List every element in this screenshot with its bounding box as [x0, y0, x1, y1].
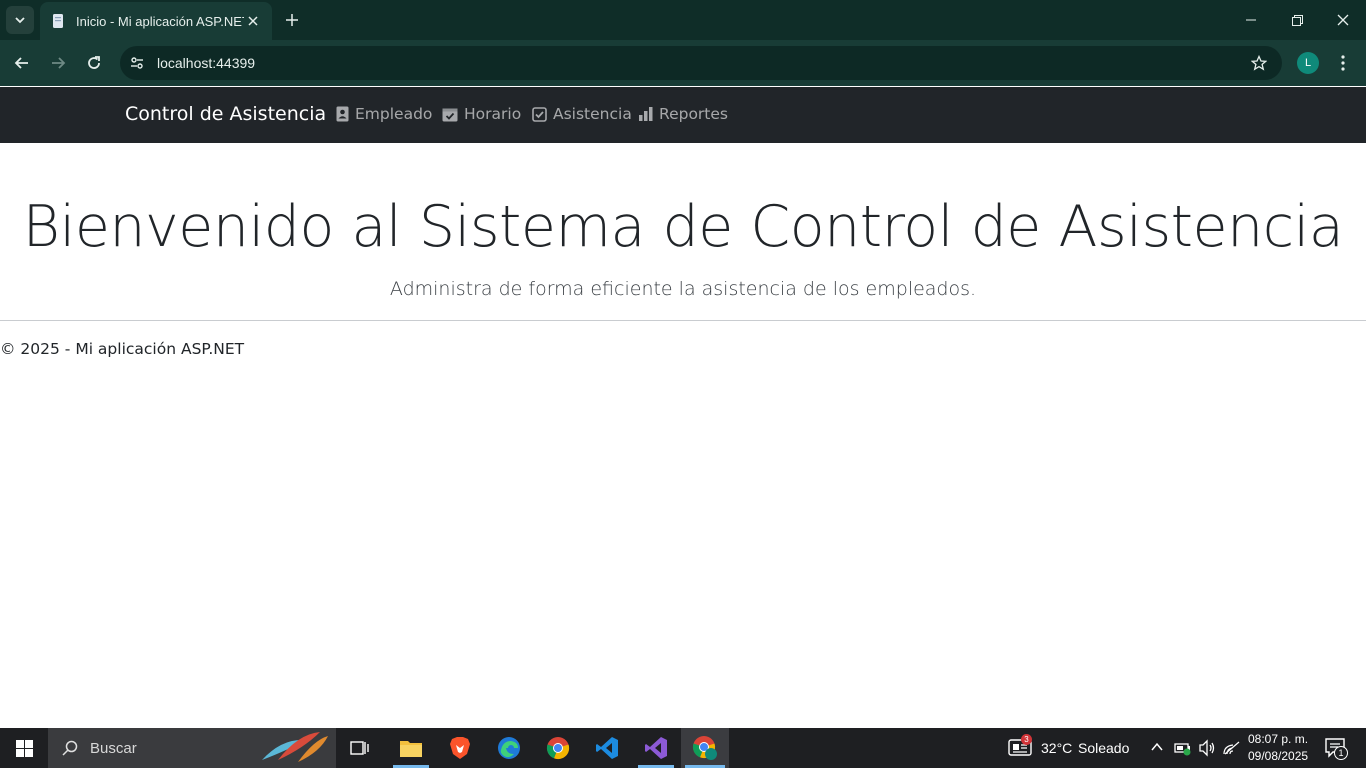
notification-count: 1 [1334, 746, 1348, 760]
more-vert-icon [1341, 55, 1345, 71]
restore-icon [1291, 14, 1303, 26]
battery-icon [1174, 743, 1191, 756]
bar-chart-icon [639, 107, 653, 121]
close-icon [1337, 14, 1349, 26]
brave-lion-icon [450, 737, 470, 759]
arrow-right-icon [52, 57, 66, 69]
wifi-icon [1223, 741, 1240, 755]
footer-divider [0, 320, 1366, 321]
page-subtitle: Administra de forma eficiente la asisten… [389, 278, 977, 300]
chrome-icon [546, 737, 570, 760]
page-favicon-icon [53, 14, 63, 28]
clock-time: 08:07 p. m. [1248, 732, 1309, 746]
taskbar-brave[interactable] [436, 728, 484, 768]
clock-date: 09/08/2025 [1248, 749, 1309, 763]
edge-icon [498, 737, 520, 759]
nav-link-label: Horario [464, 105, 522, 123]
folder-icon [400, 741, 422, 757]
browser-tab[interactable]: Inicio - Mi aplicación ASP.NET [40, 2, 272, 40]
minimize-button[interactable] [1228, 0, 1274, 40]
feathers-highlight-icon [262, 732, 328, 762]
taskbar-edge[interactable] [485, 728, 533, 768]
forward-button[interactable] [43, 48, 73, 78]
tab-title: Inicio - Mi aplicación ASP.NET [76, 13, 244, 29]
nav-link-label: Empleado [355, 105, 433, 123]
taskbar-chrome-profile[interactable] [681, 728, 729, 768]
speaker-icon [1199, 739, 1215, 757]
nav-link-horario[interactable]: Horario [442, 105, 521, 123]
weather-badge: 3 [1021, 734, 1032, 745]
browser-toolbar: localhost:44399 L [0, 40, 1366, 86]
volume-button[interactable] [1198, 739, 1216, 762]
weather-widget[interactable]: 3 [1008, 734, 1034, 759]
address-bar[interactable]: localhost:44399 [120, 46, 1282, 80]
taskbar-search[interactable]: Buscar [48, 728, 336, 768]
footer-text: © 2025 - Mi aplicación ASP.NET [0, 340, 245, 358]
back-button[interactable] [7, 48, 37, 78]
chevron-up-icon [1151, 742, 1163, 751]
nav-link-label: Asistencia [553, 105, 632, 123]
star-icon [1251, 55, 1267, 71]
close-window-button[interactable] [1320, 0, 1366, 40]
site-info-button[interactable] [120, 46, 154, 80]
arrow-left-icon [14, 57, 28, 69]
taskbar-file-explorer[interactable] [387, 728, 435, 768]
show-hidden-icons-button[interactable] [1150, 740, 1164, 759]
close-icon [248, 16, 258, 26]
weather-temp[interactable]: 32°C [1041, 740, 1072, 756]
task-view-icon [350, 741, 369, 755]
taskbar-vscode[interactable] [583, 728, 631, 768]
taskbar-clock[interactable]: 08:07 p. m. 09/08/2025 [1248, 731, 1308, 765]
windows-logo-icon [15, 739, 33, 757]
taskbar-chrome[interactable] [534, 728, 582, 768]
browser-menu-button[interactable] [1332, 50, 1354, 76]
tab-close-button[interactable] [244, 12, 262, 30]
minimize-icon [1246, 19, 1256, 21]
network-button[interactable] [1223, 740, 1241, 761]
nav-link-label: Reportes [659, 105, 728, 123]
search-placeholder: Buscar [90, 739, 137, 757]
search-icon [62, 740, 78, 756]
browser-tab-bar: Inicio - Mi aplicación ASP.NET [0, 0, 1366, 40]
calendar-check-icon [442, 108, 458, 121]
vscode-icon [596, 737, 618, 759]
chevron-down-icon [15, 17, 25, 24]
nav-link-asistencia[interactable]: Asistencia [532, 105, 632, 123]
taskbar-visual-studio[interactable] [632, 728, 680, 768]
url-text[interactable]: localhost:44399 [157, 55, 1242, 71]
check-square-icon [532, 106, 547, 122]
profile-avatar[interactable]: L [1297, 52, 1319, 74]
new-tab-button[interactable] [280, 8, 304, 32]
navbar-brand[interactable]: Control de Asistencia [125, 103, 326, 125]
windows-taskbar: Buscar 3 32°C Soleado 08:07 p. m. 09/08/… [0, 728, 1366, 768]
chrome-profile-icon [692, 736, 717, 760]
id-badge-icon [336, 106, 349, 122]
tune-icon [131, 57, 143, 69]
nav-link-reportes[interactable]: Reportes [639, 105, 728, 123]
page-title: Bienvenido al Sistema de Control de Asis… [22, 194, 1344, 260]
battery-button[interactable] [1174, 740, 1192, 761]
app-navbar: Control de Asistencia Empleado Horario A… [0, 87, 1366, 143]
nav-link-empleado[interactable]: Empleado [336, 105, 432, 123]
visual-studio-icon [645, 737, 667, 759]
notification-center-button[interactable]: 1 [1324, 736, 1348, 760]
restore-button[interactable] [1274, 0, 1320, 40]
reload-icon [88, 56, 100, 69]
weather-text[interactable]: Soleado [1078, 740, 1129, 756]
bookmark-button[interactable] [1242, 46, 1276, 80]
task-view-button[interactable] [336, 728, 384, 768]
tab-search-button[interactable] [6, 6, 34, 34]
start-button[interactable] [0, 728, 48, 768]
plus-icon [286, 14, 298, 26]
reload-button[interactable] [79, 48, 109, 78]
